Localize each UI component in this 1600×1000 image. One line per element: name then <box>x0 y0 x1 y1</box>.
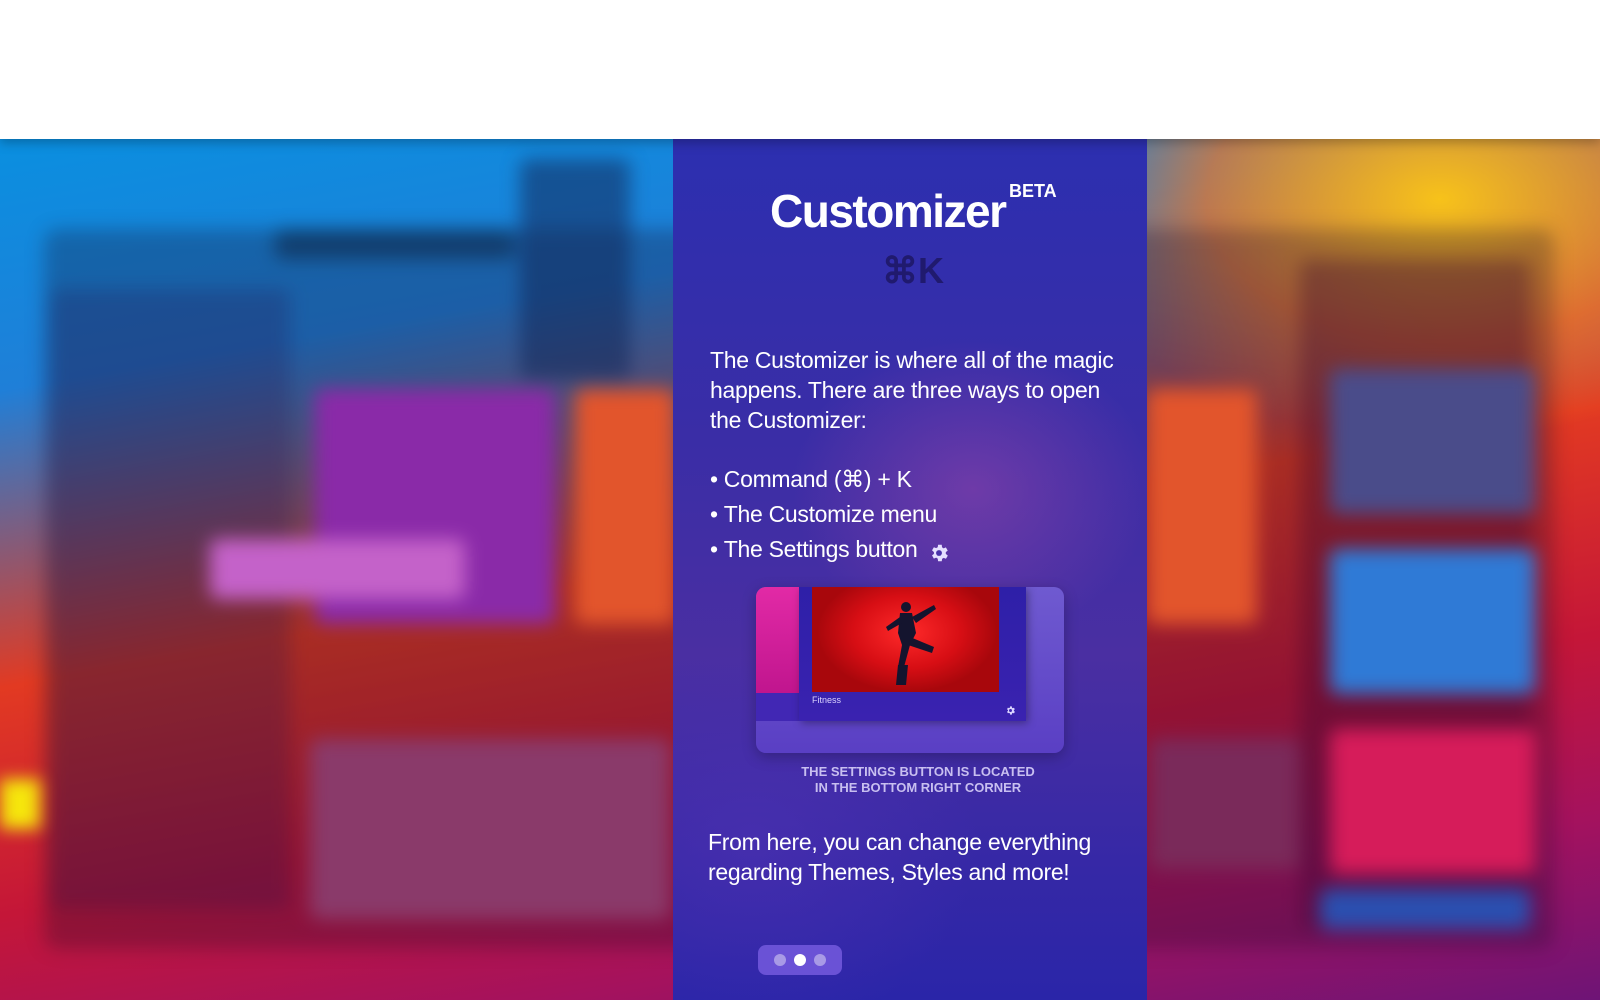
settings-preview-image: Fitness <box>756 587 1064 753</box>
preview-card: Fitness <box>799 587 1026 721</box>
blurred-orange-card-right <box>1147 389 1257 624</box>
page-indicator <box>758 945 842 975</box>
preview-photo <box>812 587 999 692</box>
blurred-grid-left <box>310 739 670 919</box>
blurred-search-bar <box>275 229 515 259</box>
bullet: • <box>710 466 718 492</box>
customizer-title: Customizer <box>770 185 1007 237</box>
blurred-sidebar <box>50 289 290 909</box>
blurred-thumb-1 <box>1330 369 1535 514</box>
list-item: • The Settings button <box>710 532 1120 567</box>
gear-icon <box>928 539 950 561</box>
page-dot-3[interactable] <box>814 954 826 966</box>
preview-caption: THE SETTINGS BUTTON IS LOCATED IN THE BO… <box>673 764 1147 796</box>
blurred-thumb-3 <box>1330 729 1535 874</box>
blurred-dropdown-menu <box>520 159 630 379</box>
blurred-orange-card <box>575 389 675 624</box>
outro-text: From here, you can change everything reg… <box>708 829 1091 885</box>
top-blank-area <box>0 0 1600 139</box>
page-dot-2[interactable] <box>794 954 806 966</box>
list-item: • The Customize menu <box>710 497 1120 532</box>
intro-text: The Customizer is where all of the magic… <box>710 347 1114 433</box>
preview-side-card <box>756 587 799 693</box>
page-dot-1[interactable] <box>774 954 786 966</box>
blurred-yellow-edge <box>0 779 40 829</box>
beta-badge: BETA <box>1009 181 1057 201</box>
caption-line: IN THE BOTTOM RIGHT CORNER <box>814 780 1022 795</box>
dancer-silhouette <box>886 602 936 685</box>
blurred-thumb-2 <box>1330 549 1535 694</box>
caption-line: THE SETTINGS BUTTON IS LOCATED <box>801 764 1035 779</box>
method-label: The Customize menu <box>723 501 938 527</box>
method-label: Command (⌘) + K <box>723 466 912 492</box>
blurred-light-button <box>210 539 465 599</box>
method-label: The Settings button <box>723 536 918 562</box>
bullet: • <box>710 501 718 527</box>
blurred-bottom-bar <box>1320 889 1530 929</box>
list-item: • Command (⌘) + K <box>710 462 1120 497</box>
preview-card-label: Fitness <box>812 695 842 705</box>
open-methods-list: • Command (⌘) + K • The Customize menu •… <box>710 462 1120 567</box>
gear-icon <box>1005 703 1016 715</box>
blurred-grid-right <box>1150 739 1300 869</box>
bullet: • <box>710 536 718 562</box>
customizer-onboarding-panel: Customizer BETA ⌘K The Customizer is whe… <box>673 139 1147 1000</box>
keyboard-shortcut: ⌘K <box>882 250 944 291</box>
